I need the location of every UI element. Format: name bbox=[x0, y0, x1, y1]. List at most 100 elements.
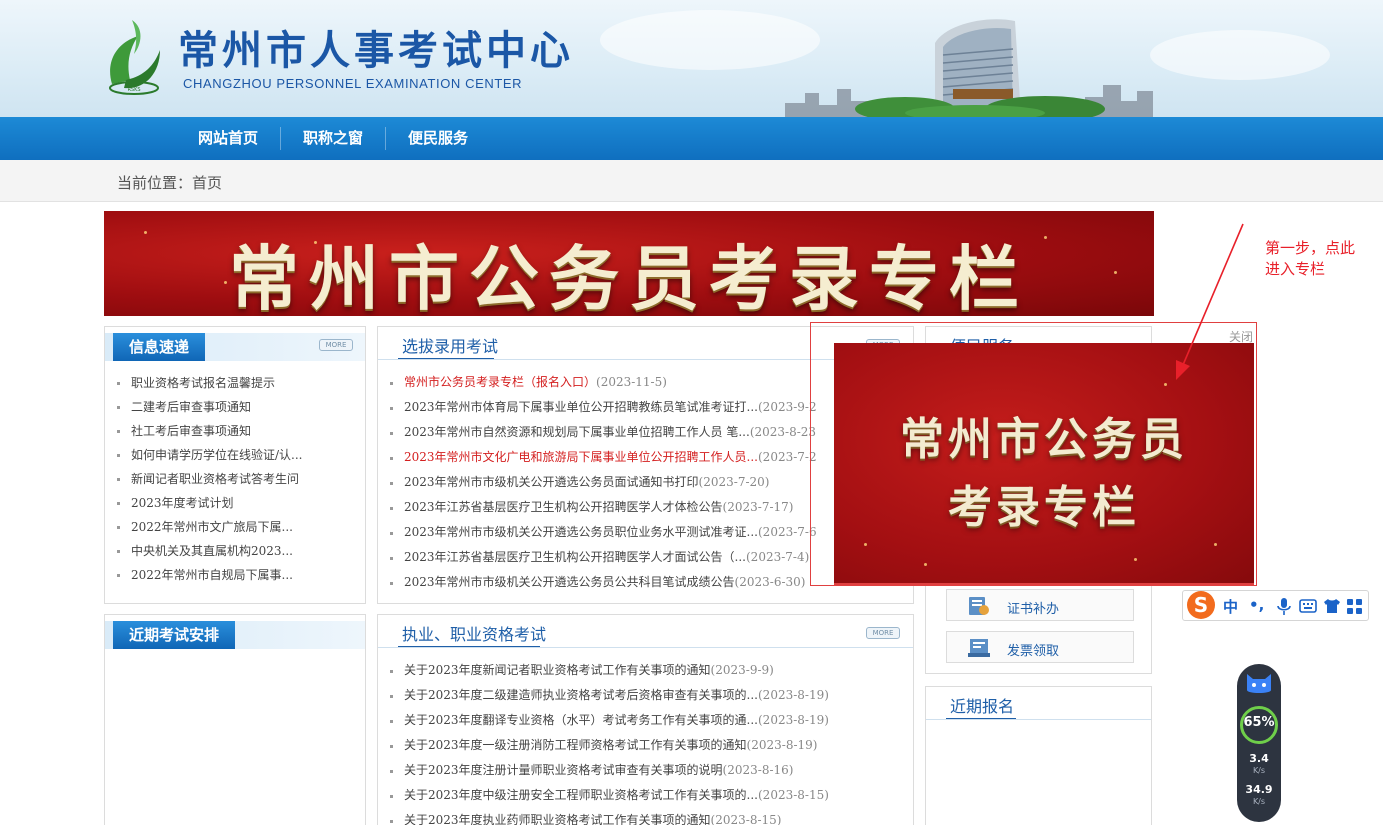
list-item[interactable]: 二建考后审查事项通知 bbox=[117, 395, 303, 419]
list-item[interactable]: 关于2023年度二级建造师执业资格考试考后资格审查有关事项的...(2023-8… bbox=[390, 683, 910, 708]
list-item[interactable]: 2022年常州市文广旅局下属... bbox=[117, 515, 303, 539]
schedule-panel-title[interactable]: 近期考试安排 bbox=[113, 621, 236, 649]
site-title[interactable]: 常州市人事考试中心 bbox=[178, 18, 574, 76]
list-item-date: (2023-9-9) bbox=[710, 663, 774, 677]
banner-title: 常州市公务员考录专栏 bbox=[229, 238, 1029, 316]
qualification-more-button[interactable]: MORE bbox=[866, 627, 900, 639]
list-item-text[interactable]: 2023年江苏省基层医疗卫生机构公开招聘医学人才体检公告 bbox=[404, 500, 723, 514]
network-speed-widget[interactable]: 65% 3.4 K/s 34.9 K/s bbox=[1237, 664, 1281, 822]
upload-speed: 3.4 bbox=[1249, 752, 1269, 765]
invoice-pickup-button[interactable]: 发票领取 bbox=[946, 631, 1134, 663]
popup-title-line1: 常州市公务员 bbox=[900, 414, 1188, 465]
ime-punctuation-toggle[interactable]: •, bbox=[1249, 596, 1264, 614]
list-item-text[interactable]: 2023年常州市市级机关公开遴选公务员面试通知书打印 bbox=[404, 475, 699, 489]
popup-title-line2: 考录专栏 bbox=[948, 482, 1140, 533]
leaf-logo-icon[interactable]: RSKS bbox=[104, 14, 166, 100]
popup-sparkle bbox=[1134, 558, 1137, 561]
breadcrumb: 当前位置：首页 bbox=[0, 160, 1383, 202]
list-item-text[interactable]: 2023年常州市市级机关公开遴选公务员公共科目笔试成绩公告 bbox=[404, 575, 735, 589]
list-item[interactable]: 社工考后审查事项通知 bbox=[117, 419, 303, 443]
list-item-text[interactable]: 关于2023年度注册计量师职业资格考试审查有关事项的说明 bbox=[404, 763, 723, 777]
invoice-icon bbox=[968, 639, 990, 657]
ime-toolbar[interactable]: S 中 •, bbox=[1182, 590, 1369, 621]
info-panel: 信息速递 MORE 职业资格考试报名温馨提示 二建考后审查事项通知 社工考后审查… bbox=[104, 326, 366, 604]
list-item[interactable]: 关于2023年度翻译专业资格（水平）考试考务工作有关事项的通...(2023-8… bbox=[390, 708, 910, 733]
toolbox-icon[interactable] bbox=[1347, 599, 1362, 614]
list-item-date: (2023-7-6 bbox=[758, 525, 817, 539]
popup-sparkle bbox=[864, 543, 867, 546]
breadcrumb-label: 当前位置： bbox=[117, 174, 193, 192]
list-item[interactable]: 职业资格考试报名温馨提示 bbox=[117, 371, 303, 395]
breadcrumb-current[interactable]: 首页 bbox=[192, 174, 222, 192]
annotation-arrow-icon bbox=[1176, 223, 1244, 380]
list-item-date: (2023-7-4) bbox=[746, 550, 810, 564]
list-item-text[interactable]: 2023年常州市文化广电和旅游局下属事业单位公开招聘工作人员... bbox=[404, 450, 758, 464]
list-item[interactable]: 2023年度考试计划 bbox=[117, 491, 303, 515]
recent-registration-panel: 近期报名 bbox=[925, 686, 1152, 825]
sogou-logo-icon[interactable]: S bbox=[1187, 591, 1215, 619]
list-item[interactable]: 关于2023年度一级注册消防工程师资格考试工作有关事项的通知(2023-8-19… bbox=[390, 733, 910, 758]
list-item-date: (2023-8-19) bbox=[746, 738, 818, 752]
invoice-pickup-label: 发票领取 bbox=[1007, 644, 1060, 659]
usage-percent: 65% bbox=[1243, 715, 1275, 730]
certificate-reissue-label: 证书补办 bbox=[1007, 602, 1060, 617]
list-item[interactable]: 新闻记者职业资格考试答考生问 bbox=[117, 467, 303, 491]
info-panel-title[interactable]: 信息速递 bbox=[113, 333, 206, 361]
list-item-date: (2023-8-16) bbox=[722, 763, 794, 777]
ime-mode-toggle[interactable]: 中 bbox=[1223, 596, 1238, 617]
list-item-date: (2023-8-19) bbox=[758, 688, 829, 702]
list-item[interactable]: 中央机关及其直属机构2023... bbox=[117, 539, 303, 563]
qualification-panel-title[interactable]: 执业、职业资格考试 bbox=[402, 621, 546, 645]
list-item-text[interactable]: 关于2023年度一级注册消防工程师资格考试工作有关事项的通知 bbox=[404, 738, 747, 752]
list-item[interactable]: 关于2023年度中级注册安全工程师职业资格考试工作有关事项的...(2023-8… bbox=[390, 783, 910, 808]
site-header: RSKS 常州市人事考试中心 CHANGZHOU PERSONNEL EXAMI… bbox=[0, 0, 1383, 117]
site-subtitle: CHANGZHOU PERSONNEL EXAMINATION CENTER bbox=[183, 76, 523, 91]
building-illustration bbox=[785, 19, 1153, 117]
info-more-button[interactable]: MORE bbox=[319, 339, 353, 351]
list-item[interactable]: 关于2023年度执业药师职业资格考试工作有关事项的通知(2023-8-15) bbox=[390, 808, 910, 825]
microphone-icon[interactable] bbox=[1277, 598, 1291, 615]
certificate-icon bbox=[969, 597, 989, 615]
list-item-date: (2023-7-2 bbox=[758, 450, 817, 464]
nav-separator bbox=[280, 127, 281, 150]
upload-unit: K/s bbox=[1252, 766, 1266, 775]
list-item-text[interactable]: 关于2023年度新闻记者职业资格考试工作有关事项的通知 bbox=[404, 663, 711, 677]
civil-servant-banner[interactable]: 常州市公务员考录专栏 bbox=[104, 211, 1154, 316]
keyboard-icon[interactable] bbox=[1299, 599, 1317, 613]
nav-separator bbox=[385, 127, 386, 150]
popup-sparkle bbox=[1214, 543, 1217, 546]
list-item-text[interactable]: 2023年常州市市级机关公开遴选公务员职位业务水平测试准考证... bbox=[404, 525, 758, 539]
list-item[interactable]: 如何申请学历学位在线验证/认... bbox=[117, 443, 303, 467]
qualification-header-line bbox=[378, 647, 913, 648]
list-item-text[interactable]: 2023年常州市自然资源和规划局下属事业单位招聘工作人员 笔... bbox=[404, 425, 750, 439]
list-item-text[interactable]: 关于2023年度执业药师职业资格考试工作有关事项的通知 bbox=[404, 813, 711, 825]
nav-item-title-window[interactable]: 职称之窗 bbox=[303, 117, 363, 160]
popup-sparkle bbox=[1164, 383, 1167, 386]
nav-item-home[interactable]: 网站首页 bbox=[198, 117, 258, 160]
list-item-text[interactable]: 常州市公务员考录专栏（报名入口） bbox=[404, 375, 596, 389]
selection-panel-title[interactable]: 选拔录用考试 bbox=[402, 333, 498, 357]
certificate-reissue-button[interactable]: 证书补办 bbox=[946, 589, 1134, 621]
qualification-list: 关于2023年度新闻记者职业资格考试工作有关事项的通知(2023-9-9) 关于… bbox=[390, 658, 910, 825]
recent-registration-title[interactable]: 近期报名 bbox=[950, 693, 1014, 717]
list-item-text[interactable]: 关于2023年度翻译专业资格（水平）考试考务工作有关事项的通... bbox=[404, 713, 758, 727]
list-item-date: (2023-9-2 bbox=[758, 400, 817, 414]
list-item-text[interactable]: 2023年常州市体育局下属事业单位公开招聘教练员笔试准考证打... bbox=[404, 400, 758, 414]
popup-sparkle bbox=[924, 563, 927, 566]
list-item-text[interactable]: 关于2023年度二级建造师执业资格考试考后资格审查有关事项的... bbox=[404, 688, 758, 702]
list-item[interactable]: 关于2023年度注册计量师职业资格考试审查有关事项的说明(2023-8-16) bbox=[390, 758, 910, 783]
list-item[interactable]: 2022年常州市自规局下属事... bbox=[117, 563, 303, 587]
annotation-line1: 第一步，点此 bbox=[1265, 239, 1356, 257]
list-item-date: (2023-8-19) bbox=[758, 713, 829, 727]
skin-icon[interactable] bbox=[1323, 599, 1341, 613]
nav-item-services[interactable]: 便民服务 bbox=[408, 117, 468, 160]
list-item-text[interactable]: 2023年江苏省基层医疗卫生机构公开招聘医学人才面试公告（... bbox=[404, 550, 746, 564]
list-item[interactable]: 关于2023年度新闻记者职业资格考试工作有关事项的通知(2023-9-9) bbox=[390, 658, 910, 683]
list-item-text[interactable]: 关于2023年度中级注册安全工程师职业资格考试工作有关事项的... bbox=[404, 788, 758, 802]
annotation-line2: 进入专栏 bbox=[1265, 260, 1326, 278]
annotation-text: 第一步，点此 进入专栏 bbox=[1265, 238, 1355, 280]
qualification-panel: 执业、职业资格考试 MORE 关于2023年度新闻记者职业资格考试工作有关事项的… bbox=[377, 614, 914, 825]
list-item-date: (2023-7-20) bbox=[698, 475, 770, 489]
schedule-panel: 近期考试安排 bbox=[104, 614, 366, 825]
list-item-date: (2023-8-15) bbox=[758, 788, 829, 802]
